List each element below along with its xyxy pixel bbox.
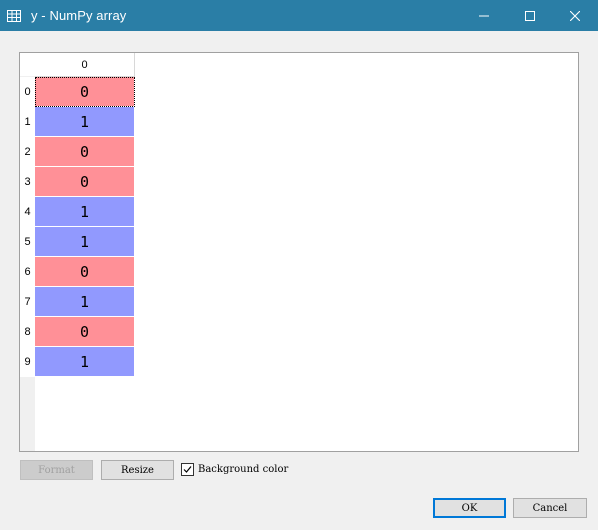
resize-button[interactable]: Resize bbox=[101, 460, 174, 480]
close-icon bbox=[570, 10, 580, 21]
background-color-label: Background color bbox=[198, 463, 289, 475]
table-cell[interactable]: 1 bbox=[35, 227, 135, 257]
row-header-7[interactable]: 7 bbox=[20, 287, 35, 317]
table-cell[interactable]: 0 bbox=[35, 167, 135, 197]
table-cell[interactable]: 0 bbox=[35, 77, 135, 107]
table-corner bbox=[20, 53, 35, 76]
column-header-0[interactable]: 0 bbox=[35, 53, 135, 77]
table-cell[interactable]: 1 bbox=[35, 287, 135, 317]
row-header-2[interactable]: 2 bbox=[20, 137, 35, 167]
table-cell[interactable]: 1 bbox=[35, 107, 135, 137]
row-header-3[interactable]: 3 bbox=[20, 167, 35, 197]
cancel-button[interactable]: Cancel bbox=[513, 498, 587, 518]
table-cell[interactable]: 0 bbox=[35, 137, 135, 167]
minimize-icon bbox=[479, 15, 489, 16]
checkmark-icon bbox=[183, 465, 192, 473]
row-header-0[interactable]: 0 bbox=[20, 77, 35, 107]
row-header-5[interactable]: 5 bbox=[20, 227, 35, 257]
table-cell[interactable]: 1 bbox=[35, 197, 135, 227]
ok-button[interactable]: OK bbox=[433, 498, 506, 518]
row-header-4[interactable]: 4 bbox=[20, 197, 35, 227]
row-header-6[interactable]: 6 bbox=[20, 257, 35, 287]
maximize-button[interactable] bbox=[507, 0, 553, 31]
table-cell[interactable]: 0 bbox=[35, 257, 135, 287]
background-color-checkbox[interactable] bbox=[181, 462, 194, 476]
minimize-button[interactable] bbox=[461, 0, 507, 31]
table-grid-icon bbox=[7, 9, 21, 22]
close-button[interactable] bbox=[552, 0, 598, 31]
table-cell[interactable]: 0 bbox=[35, 317, 135, 347]
background-color-toggle[interactable]: Background color bbox=[181, 461, 288, 477]
row-header-1[interactable]: 1 bbox=[20, 107, 35, 137]
table-cell[interactable]: 1 bbox=[35, 347, 135, 377]
title-bar: y - NumPy array bbox=[0, 0, 598, 31]
window-title: y - NumPy array bbox=[31, 8, 127, 23]
array-table[interactable]: 0 00112030415160718091 bbox=[19, 52, 579, 452]
maximize-icon bbox=[525, 10, 535, 21]
row-header-8[interactable]: 8 bbox=[20, 317, 35, 347]
row-header-9[interactable]: 9 bbox=[20, 347, 35, 377]
format-button[interactable]: Format bbox=[20, 460, 93, 480]
